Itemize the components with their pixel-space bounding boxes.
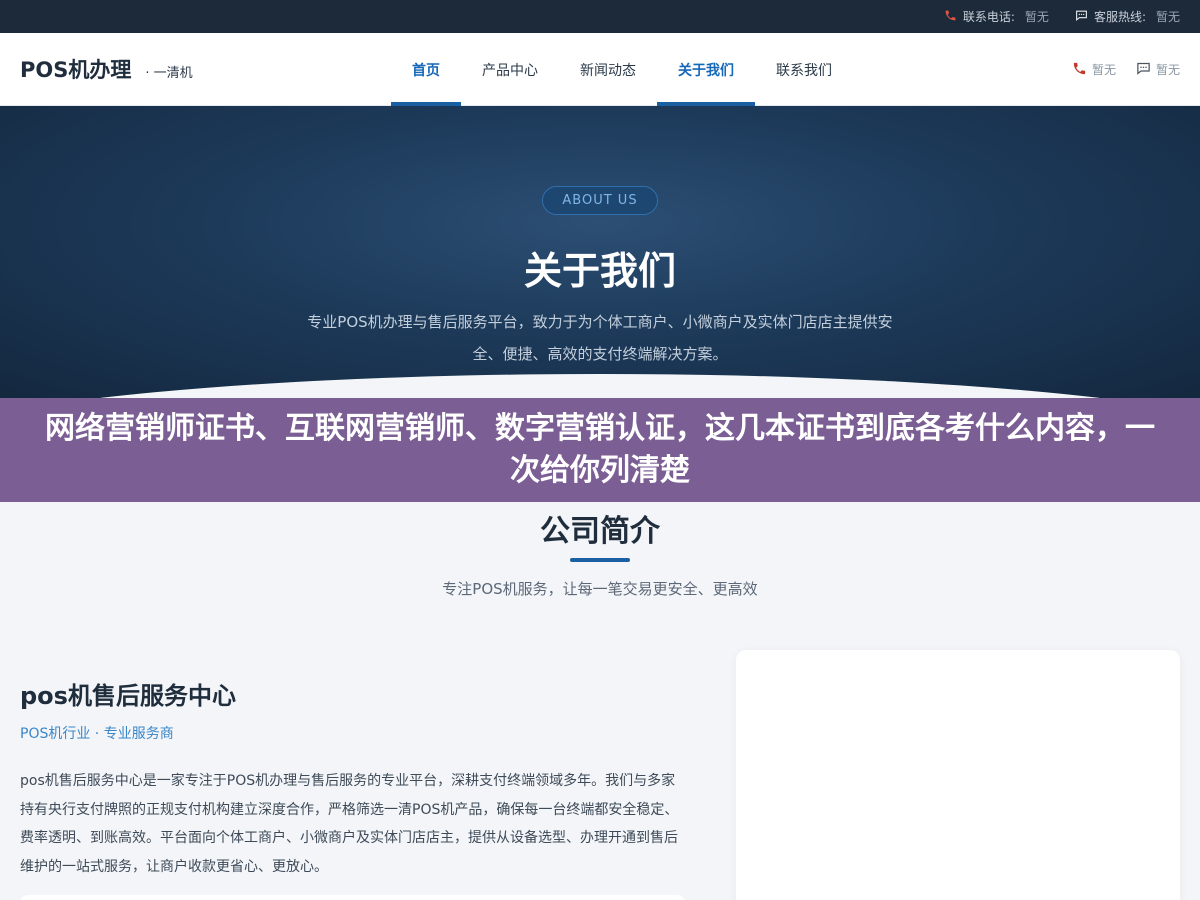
- top-phone: 联系电话: 暂无: [944, 8, 1049, 25]
- hero-curve-divider: [0, 374, 1200, 398]
- nav-item-products[interactable]: 产品中心: [461, 33, 559, 106]
- company-title: pos机售后服务中心: [20, 682, 236, 710]
- top-hotline: 客服热线: 暂无: [1075, 8, 1180, 25]
- banner-text: 网络营销师证书、互联网营销师、数字营销认证，这几本证书到底各考什么内容，一次给你…: [45, 411, 1155, 488]
- brand-subtitle: · 一清机: [145, 66, 193, 81]
- phone-icon: [944, 9, 957, 25]
- company-tag: POS机行业 · 专业服务商: [20, 726, 174, 742]
- main-nav: 首页 产品中心 新闻动态 关于我们 联系我们: [391, 33, 853, 106]
- brand-name[interactable]: POS机办理: [20, 54, 131, 84]
- hero-description: 专业POS机办理与售后服务平台，致力于为个体工商户、小微商户及实体门店店主提供安…: [307, 313, 893, 363]
- company-image-card: [736, 650, 1180, 900]
- top-info-bar: 联系电话: 暂无 客服热线: 暂无: [0, 0, 1200, 33]
- header-phone[interactable]: 暂无: [1072, 61, 1116, 79]
- nav-item-news[interactable]: 新闻动态: [559, 33, 657, 106]
- hero-title: 关于我们: [523, 249, 676, 293]
- about-hero: ABOUT US 关于我们 专业POS机办理与售后服务平台，致力于为个体工商户、…: [0, 106, 1200, 398]
- header-phone-value: 暂无: [1091, 63, 1116, 77]
- section-subtitle: 专注POS机服务，让每一笔交易更安全、更高效: [442, 580, 758, 598]
- header-contact: 暂无 暂无: [1072, 33, 1180, 106]
- top-hotline-label: 客服热线:: [1093, 10, 1146, 24]
- nav-item-home[interactable]: 首页: [391, 33, 461, 106]
- chat-icon: [1075, 9, 1088, 25]
- about-us-badge: ABOUT US: [542, 186, 658, 215]
- stats-card: [20, 895, 685, 900]
- brand[interactable]: POS机办理 · 一清机: [20, 54, 193, 84]
- article-title-banner: 网络营销师证书、互联网营销师、数字营销认证，这几本证书到底各考什么内容，一次给你…: [0, 398, 1200, 502]
- site-header: POS机办理 · 一清机 首页 产品中心 新闻动态 关于我们 联系我们 暂无 暂…: [0, 33, 1200, 106]
- section-title: 公司简介: [540, 514, 660, 549]
- header-chat[interactable]: 暂无: [1136, 61, 1180, 79]
- top-phone-label: 联系电话:: [962, 10, 1015, 24]
- company-intro: pos机售后服务中心 POS机行业 · 专业服务商 pos机售后服务中心是一家专…: [20, 676, 685, 881]
- top-hotline-value: 暂无: [1155, 10, 1180, 24]
- section-title-underline: [570, 558, 630, 562]
- phone-icon: [1072, 61, 1087, 79]
- chat-icon: [1136, 61, 1151, 79]
- company-description: pos机售后服务中心是一家专注于POS机办理与售后服务的专业平台，深耕支付终端领…: [20, 773, 679, 875]
- nav-item-about[interactable]: 关于我们: [657, 33, 755, 106]
- header-chat-value: 暂无: [1155, 63, 1180, 77]
- nav-item-contact[interactable]: 联系我们: [755, 33, 853, 106]
- top-phone-value: 暂无: [1024, 10, 1049, 24]
